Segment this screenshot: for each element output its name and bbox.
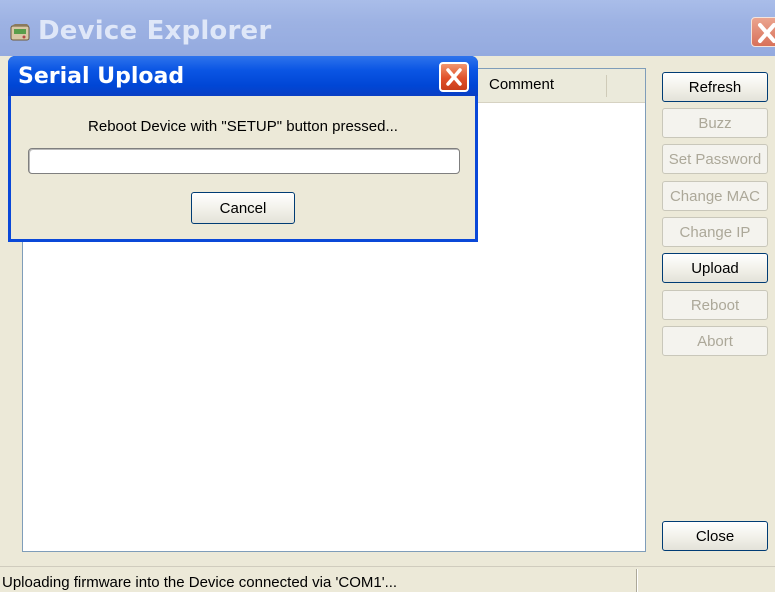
- status-bar: Uploading firmware into the Device conne…: [0, 566, 775, 592]
- buzz-button[interactable]: Buzz: [662, 108, 768, 138]
- cancel-button[interactable]: Cancel: [191, 192, 295, 224]
- window-title: Device Explorer: [38, 16, 272, 46]
- serial-upload-dialog: Serial Upload Reboot Device with "SETUP"…: [8, 56, 478, 242]
- change-ip-button[interactable]: Change IP: [662, 217, 768, 247]
- status-bar-divider: [636, 569, 638, 592]
- dialog-body: Reboot Device with "SETUP" button presse…: [11, 96, 475, 239]
- device-explorer-app-icon: [10, 24, 30, 41]
- main-titlebar[interactable]: Device Explorer: [0, 0, 775, 56]
- column-header-comment[interactable]: Comment: [489, 76, 554, 93]
- change-mac-button[interactable]: Change MAC: [662, 181, 768, 211]
- reboot-button[interactable]: Reboot: [662, 290, 768, 320]
- dialog-message: Reboot Device with "SETUP" button presse…: [88, 118, 398, 135]
- abort-button[interactable]: Abort: [662, 326, 768, 356]
- column-divider[interactable]: [606, 75, 607, 97]
- status-text: Uploading firmware into the Device conne…: [2, 574, 398, 591]
- dialog-title: Serial Upload: [18, 64, 185, 89]
- set-password-button[interactable]: Set Password: [662, 144, 768, 174]
- close-button[interactable]: Close: [662, 521, 768, 551]
- dialog-titlebar[interactable]: Serial Upload: [8, 56, 478, 96]
- close-icon[interactable]: [751, 17, 775, 47]
- close-icon[interactable]: [439, 62, 469, 92]
- upload-button[interactable]: Upload: [662, 253, 768, 283]
- refresh-button[interactable]: Refresh: [662, 72, 768, 102]
- upload-progress-bar: [28, 148, 460, 174]
